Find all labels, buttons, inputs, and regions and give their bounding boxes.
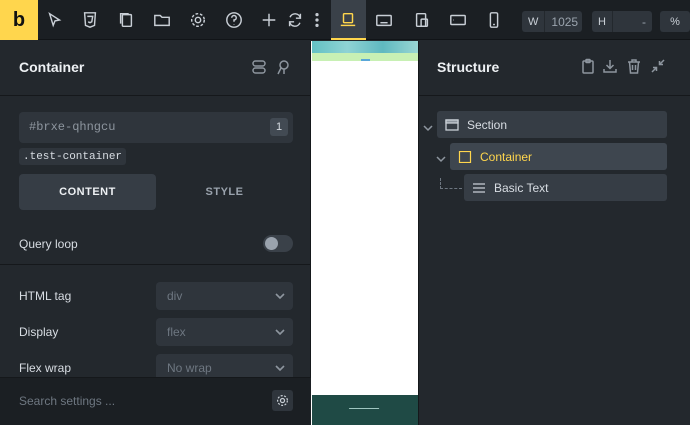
display-select[interactable]: flex: [156, 318, 293, 346]
folder-icon[interactable]: [152, 10, 172, 30]
gear-icon: [277, 395, 288, 406]
chevron-down-icon[interactable]: [436, 151, 446, 163]
percent-label: %: [670, 15, 680, 28]
display-label: Display: [19, 325, 59, 339]
html-tag-value: div: [167, 289, 183, 303]
preview-hero-image: [312, 41, 418, 53]
html-tag-select[interactable]: div: [156, 282, 293, 310]
help-icon[interactable]: [224, 10, 244, 30]
flex-wrap-label: Flex wrap: [19, 361, 72, 375]
top-toolbar: b W 1025 H - %: [0, 0, 690, 40]
flex-wrap-value: No wrap: [167, 361, 212, 375]
desktop-landscape-icon[interactable]: [374, 10, 394, 30]
id-count-badge: 1: [270, 118, 288, 136]
builder-app: b W 1025 H - % Container #brxe-qhngcu 1 …: [0, 0, 690, 425]
gear-icon[interactable]: [188, 10, 208, 30]
class-chip[interactable]: .test-container: [19, 148, 127, 165]
height-label: H: [592, 11, 613, 32]
mobile-icon[interactable]: [484, 10, 504, 30]
clipboard-icon[interactable]: [580, 58, 596, 79]
width-label: W: [522, 11, 546, 32]
tablet-icon[interactable]: [412, 10, 432, 30]
html-tag-label: HTML tag: [19, 289, 72, 303]
node-label-basic-text: Basic Text: [494, 180, 549, 195]
container-icon: [458, 150, 472, 163]
toggle-icon[interactable]: [251, 59, 267, 80]
add-icon[interactable]: [259, 10, 279, 30]
element-id-input[interactable]: #brxe-qhngcu 1: [19, 112, 293, 143]
chevron-down-icon: [275, 329, 285, 336]
query-loop-toggle[interactable]: [263, 235, 293, 252]
chevron-down-icon: [275, 365, 285, 372]
divider: [0, 264, 311, 265]
footer-signature-logo: [348, 401, 382, 409]
query-loop-label: Query loop: [19, 237, 78, 251]
brand-logo[interactable]: b: [0, 0, 38, 40]
toggle-knob: [265, 237, 278, 250]
width-field[interactable]: W 1025: [522, 11, 582, 32]
more-icon[interactable]: [307, 10, 327, 30]
structure-node-basic-text[interactable]: Basic Text: [464, 174, 667, 201]
tab-content[interactable]: CONTENT: [19, 174, 156, 210]
preview-footer: [312, 395, 418, 425]
pin-icon[interactable]: [276, 59, 292, 80]
settings-search[interactable]: Search settings ...: [0, 377, 311, 425]
chevron-down-icon: [275, 293, 285, 300]
tablet-landscape-icon[interactable]: [448, 10, 468, 30]
node-label-section: Section: [467, 117, 508, 132]
height-field[interactable]: H -: [592, 11, 652, 32]
download-icon[interactable]: [602, 58, 618, 79]
cursor-icon[interactable]: [45, 10, 65, 30]
css3-icon[interactable]: [80, 10, 100, 30]
collapse-icon[interactable]: [650, 58, 666, 79]
panel-title: Container: [19, 59, 85, 75]
text-lines-icon: [473, 182, 485, 193]
laptop-icon[interactable]: [338, 10, 358, 30]
section-icon: [445, 118, 459, 131]
height-value[interactable]: -: [613, 15, 652, 29]
element-id-text[interactable]: #brxe-qhngcu: [29, 120, 115, 134]
divider: [419, 95, 690, 96]
refresh-icon[interactable]: [285, 10, 305, 30]
preview-button: [361, 59, 370, 61]
structure-title: Structure: [437, 59, 500, 75]
zoom-percent-field[interactable]: %: [660, 11, 690, 32]
structure-node-container[interactable]: Container: [450, 143, 667, 170]
search-gear-button[interactable]: [272, 390, 293, 411]
canvas-preview[interactable]: [311, 41, 419, 425]
display-value: flex: [167, 325, 186, 339]
search-settings-input[interactable]: Search settings ...: [19, 394, 115, 408]
chevron-down-icon[interactable]: [423, 120, 433, 132]
element-settings-panel: Container #brxe-qhngcu 1 .test-container…: [0, 41, 311, 425]
tab-style[interactable]: STYLE: [156, 174, 293, 210]
pages-icon[interactable]: [116, 10, 136, 30]
node-label-container: Container: [480, 149, 533, 164]
structure-panel: Structure Section Container Basic Text: [419, 41, 690, 425]
trash-icon[interactable]: [626, 58, 642, 79]
structure-node-section[interactable]: Section: [437, 111, 667, 138]
tree-connector: [440, 178, 462, 189]
divider: [0, 95, 311, 96]
width-value[interactable]: 1025: [545, 15, 584, 29]
